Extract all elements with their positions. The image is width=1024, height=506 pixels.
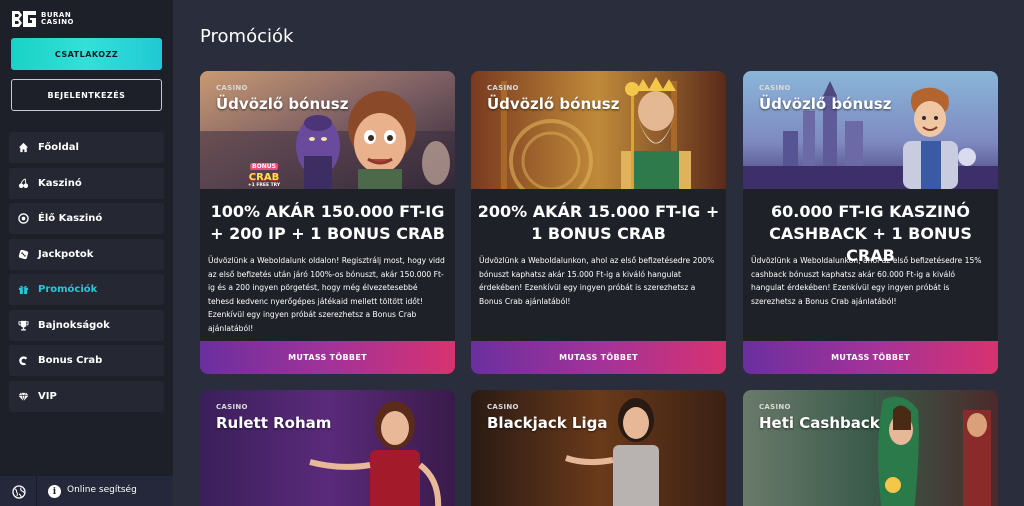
gift-icon	[18, 284, 29, 295]
promo-tag: CASINO	[216, 403, 248, 411]
sidebar-footer: i Online segítség	[0, 476, 173, 506]
sidebar-item-label: Kaszinó	[38, 178, 82, 189]
promo-tag: CASINO	[487, 403, 519, 411]
page-title: Promóciók	[200, 26, 294, 47]
promo-description: Üdvözlünk a Weboldalunkon, ahol az első …	[751, 256, 982, 306]
sidebar-item-vip[interactable]: VIP	[9, 381, 164, 412]
sidebar-item-label: VIP	[38, 391, 57, 402]
sidebar-item-label: Promóciók	[38, 284, 98, 295]
sidebar-item-promotions[interactable]: Promóciók	[9, 274, 164, 305]
promo-tag: CASINO	[487, 84, 519, 92]
sidebar: BURAN CASINO CSATLAKOZZ BEJELENTKEZÉS Fő…	[0, 0, 173, 506]
promo-heading: 200% AKÁR 15.000 FT-IG + 1 BONUS CRAB	[477, 202, 720, 243]
brand-wordmark: BURAN CASINO	[41, 12, 74, 26]
badge-line1: BONUS	[250, 163, 278, 170]
dice-icon	[18, 249, 29, 260]
promo-description: Üdvözlünk a Weboldalunkon, ahol az első …	[479, 256, 715, 306]
promo-image[interactable]: CASINO Üdvözlő bónusz	[743, 71, 998, 189]
promo-card[interactable]: CASINO Rulett Roham	[200, 390, 455, 506]
sidebar-item-home[interactable]: Főoldal	[9, 132, 164, 163]
promo-image[interactable]: CASINO Üdvözlő bónusz BONUS CRAB +1 FREE…	[200, 71, 455, 189]
sidebar-item-bonus-crab[interactable]: Bonus Crab	[9, 345, 164, 376]
promo-tag: CASINO	[759, 84, 791, 92]
promo-image[interactable]: CASINO Üdvözlő bónusz	[471, 71, 726, 189]
sidebar-item-live-casino[interactable]: Élő Kaszinó	[9, 203, 164, 234]
promo-image-title: Üdvözlő bónusz	[487, 95, 620, 113]
sidebar-item-label: Jackpotok	[38, 249, 94, 260]
promo-image-title: Blackjack Liga	[487, 414, 608, 432]
diamond-icon	[18, 391, 29, 402]
sidebar-item-label: Bonus Crab	[38, 355, 103, 366]
chip-icon	[18, 213, 29, 224]
sidebar-item-label: Élő Kaszinó	[38, 213, 103, 224]
promo-card: CASINO Üdvözlő bónusz 60.000 FT-IG KASZI…	[743, 71, 998, 374]
sidebar-item-label: Bajnokságok	[38, 320, 110, 331]
show-more-button[interactable]: MUTASS TÖBBET	[471, 341, 726, 374]
sidebar-nav: Főoldal Kaszinó Élő Kaszinó Jackpotok Pr…	[0, 122, 173, 476]
home-icon	[18, 142, 29, 153]
brand-logo-icon	[12, 11, 36, 27]
bonus-crab-badge: BONUS CRAB +1 FREE TRY	[244, 153, 284, 188]
brand-logo[interactable]: BURAN CASINO	[11, 9, 91, 29]
login-button[interactable]: BEJELENTKEZÉS	[11, 79, 162, 111]
join-button[interactable]: CSATLAKOZZ	[11, 38, 162, 70]
sidebar-item-label: Főoldal	[38, 142, 79, 153]
sidebar-item-tournaments[interactable]: Bajnokságok	[9, 310, 164, 341]
promo-card[interactable]: CASINO Blackjack Liga	[471, 390, 726, 506]
promo-card: CASINO Üdvözlő bónusz 200% AKÁR 15.000 F…	[471, 71, 726, 374]
promo-image-title: Rulett Roham	[216, 414, 332, 432]
language-globe-icon[interactable]	[12, 485, 26, 499]
crab-claw-icon	[18, 355, 29, 366]
promo-image-title: Heti Cashback	[759, 414, 880, 432]
online-help-link[interactable]: Online segítség	[67, 485, 137, 495]
promo-tag: CASINO	[759, 403, 791, 411]
sidebar-item-jackpots[interactable]: Jackpotok	[9, 239, 164, 270]
trophy-icon	[18, 320, 29, 331]
brand-line2: CASINO	[41, 18, 75, 26]
promo-heading: 100% AKÁR 150.000 FT-IG + 200 IP + 1 BON…	[210, 202, 445, 243]
promo-image-title: Üdvözlő bónusz	[216, 95, 349, 113]
badge-line3: +1 FREE TRY	[247, 183, 281, 188]
promo-description: Üdvözlünk a Weboldalunk oldalon! Regiszt…	[208, 256, 445, 333]
sidebar-item-casino[interactable]: Kaszinó	[9, 168, 164, 199]
promo-card[interactable]: CASINO Heti Cashback	[743, 390, 998, 506]
cherries-icon	[18, 178, 29, 189]
promo-tag: CASINO	[216, 84, 248, 92]
info-icon[interactable]: i	[48, 485, 61, 498]
show-more-button[interactable]: MUTASS TÖBBET	[200, 341, 455, 374]
promo-card: CASINO Üdvözlő bónusz BONUS CRAB +1 FREE…	[200, 71, 455, 374]
promo-image-title: Üdvözlő bónusz	[759, 95, 892, 113]
footer-divider	[36, 476, 37, 506]
badge-line2: CRAB	[248, 172, 280, 183]
show-more-button[interactable]: MUTASS TÖBBET	[743, 341, 998, 374]
